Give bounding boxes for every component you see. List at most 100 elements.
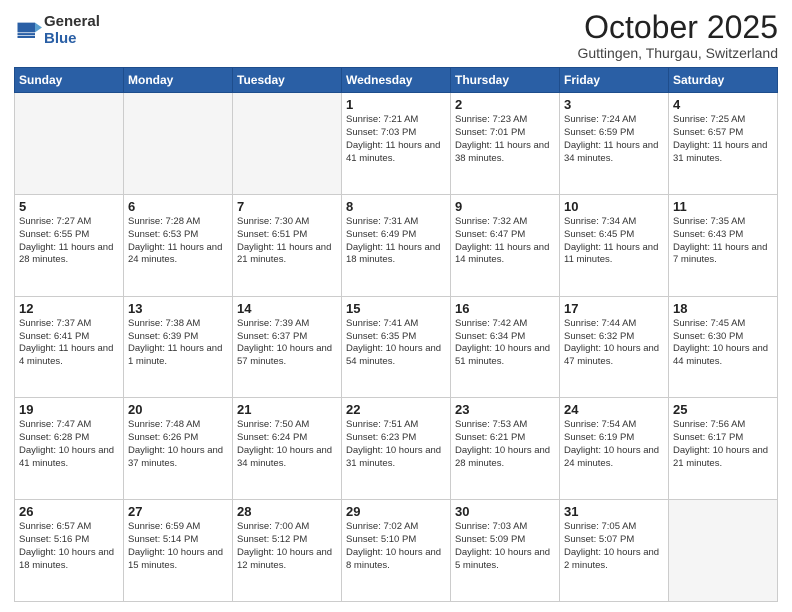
table-row bbox=[15, 93, 124, 195]
table-row: 7 Sunrise: 7:30 AM Sunset: 6:51 PM Daylig… bbox=[233, 194, 342, 296]
day-number: 11 bbox=[673, 199, 773, 214]
day-info: Sunrise: 7:45 AM Sunset: 6:30 PM Dayligh… bbox=[673, 318, 773, 369]
day-info: Sunrise: 7:47 AM Sunset: 6:28 PM Dayligh… bbox=[19, 419, 119, 470]
table-row: 16Sunrise: 7:42 AM Sunset: 6:34 PM Dayli… bbox=[451, 296, 560, 398]
day-info: Sunrise: 7:30 AM Sunset: 6:51 PM Dayligh… bbox=[237, 216, 337, 267]
table-row: 12 Sunrise: 7:37 AM Sunset: 6:41 PM Dayli… bbox=[15, 296, 124, 398]
table-row: 1Sunrise: 7:21 AM Sunset: 7:03 PM Daylig… bbox=[342, 93, 451, 195]
day-info: Sunrise: 7:28 AM Sunset: 6:53 PM Dayligh… bbox=[128, 216, 228, 267]
day-info: Sunrise: 7:00 AM Sunset: 5:12 PM Dayligh… bbox=[237, 521, 337, 572]
day-number: 12 bbox=[19, 301, 119, 316]
logo: General Blue bbox=[14, 14, 100, 47]
day-info: Sunrise: 7:38 AM Sunset: 6:39 PM Dayligh… bbox=[128, 318, 228, 369]
day-info: Sunrise: 7:41 AM Sunset: 6:35 PM Dayligh… bbox=[346, 318, 446, 369]
day-number: 27 bbox=[128, 504, 228, 519]
day-info: Sunrise: 7:05 AM Sunset: 5:07 PM Dayligh… bbox=[564, 521, 664, 572]
header: General Blue October 2025 Guttingen, Thu… bbox=[14, 10, 778, 61]
day-info: Sunrise: 7:53 AM Sunset: 6:21 PM Dayligh… bbox=[455, 419, 555, 470]
day-info: Sunrise: 7:02 AM Sunset: 5:10 PM Dayligh… bbox=[346, 521, 446, 572]
day-info: Sunrise: 7:25 AM Sunset: 6:57 PM Dayligh… bbox=[673, 114, 773, 165]
day-number: 6 bbox=[128, 199, 228, 214]
day-number: 30 bbox=[455, 504, 555, 519]
col-monday: Monday bbox=[124, 68, 233, 93]
day-number: 10 bbox=[564, 199, 664, 214]
table-row: 15 Sunrise: 7:41 AM Sunset: 6:35 PM Dayli… bbox=[342, 296, 451, 398]
col-thursday: Thursday bbox=[451, 68, 560, 93]
table-row: 13 Sunrise: 7:38 AM Sunset: 6:39 PM Dayli… bbox=[124, 296, 233, 398]
day-number: 4 bbox=[673, 97, 773, 112]
day-info: Sunrise: 7:54 AM Sunset: 6:19 PM Dayligh… bbox=[564, 419, 664, 470]
table-row: 18 Sunrise: 7:45 AM Sunset: 6:30 PM Dayli… bbox=[669, 296, 778, 398]
day-number: 23 bbox=[455, 402, 555, 417]
calendar-body: 1Sunrise: 7:21 AM Sunset: 7:03 PM Daylig… bbox=[15, 93, 778, 602]
location: Guttingen, Thurgau, Switzerland bbox=[577, 45, 778, 61]
day-number: 18 bbox=[673, 301, 773, 316]
col-saturday: Saturday bbox=[669, 68, 778, 93]
day-number: 25 bbox=[673, 402, 773, 417]
day-info: Sunrise: 7:24 AM Sunset: 6:59 PM Dayligh… bbox=[564, 114, 664, 165]
day-info: Sunrise: 6:57 AM Sunset: 5:16 PM Dayligh… bbox=[19, 521, 119, 572]
day-number: 7 bbox=[237, 199, 337, 214]
day-number: 8 bbox=[346, 199, 446, 214]
title-block: October 2025 Guttingen, Thurgau, Switzer… bbox=[577, 10, 778, 61]
day-number: 28 bbox=[237, 504, 337, 519]
day-number: 22 bbox=[346, 402, 446, 417]
day-info: Sunrise: 7:51 AM Sunset: 6:23 PM Dayligh… bbox=[346, 419, 446, 470]
table-row: 24 Sunrise: 7:54 AM Sunset: 6:19 PM Dayli… bbox=[560, 398, 669, 500]
table-row: 30 Sunrise: 7:03 AM Sunset: 5:09 PM Dayli… bbox=[451, 500, 560, 602]
day-number: 5 bbox=[19, 199, 119, 214]
day-number: 24 bbox=[564, 402, 664, 417]
day-info: Sunrise: 7:27 AM Sunset: 6:55 PM Dayligh… bbox=[19, 216, 119, 267]
day-info: Sunrise: 7:39 AM Sunset: 6:37 PM Dayligh… bbox=[237, 318, 337, 369]
day-number: 17 bbox=[564, 301, 664, 316]
calendar-week-row: 12 Sunrise: 7:37 AM Sunset: 6:41 PM Dayli… bbox=[15, 296, 778, 398]
table-row: 14Sunrise: 7:39 AM Sunset: 6:37 PM Dayli… bbox=[233, 296, 342, 398]
day-number: 29 bbox=[346, 504, 446, 519]
table-row: 31 Sunrise: 7:05 AM Sunset: 5:07 PM Dayli… bbox=[560, 500, 669, 602]
day-info: Sunrise: 7:37 AM Sunset: 6:41 PM Dayligh… bbox=[19, 318, 119, 369]
day-info: Sunrise: 7:03 AM Sunset: 5:09 PM Dayligh… bbox=[455, 521, 555, 572]
table-row: 11 Sunrise: 7:35 AM Sunset: 6:43 PM Dayli… bbox=[669, 194, 778, 296]
day-number: 13 bbox=[128, 301, 228, 316]
calendar-week-row: 1Sunrise: 7:21 AM Sunset: 7:03 PM Daylig… bbox=[15, 93, 778, 195]
table-row: 19 Sunrise: 7:47 AM Sunset: 6:28 PM Dayli… bbox=[15, 398, 124, 500]
day-info: Sunrise: 7:34 AM Sunset: 6:45 PM Dayligh… bbox=[564, 216, 664, 267]
table-row: 9Sunrise: 7:32 AM Sunset: 6:47 PM Daylig… bbox=[451, 194, 560, 296]
calendar-table: Sunday Monday Tuesday Wednesday Thursday… bbox=[14, 67, 778, 602]
calendar-week-row: 5 Sunrise: 7:27 AM Sunset: 6:55 PM Daylig… bbox=[15, 194, 778, 296]
table-row: 25 Sunrise: 7:56 AM Sunset: 6:17 PM Dayli… bbox=[669, 398, 778, 500]
table-row bbox=[233, 93, 342, 195]
table-row: 29 Sunrise: 7:02 AM Sunset: 5:10 PM Dayli… bbox=[342, 500, 451, 602]
day-number: 19 bbox=[19, 402, 119, 417]
day-info: Sunrise: 7:31 AM Sunset: 6:49 PM Dayligh… bbox=[346, 216, 446, 267]
table-row: 27Sunrise: 6:59 AM Sunset: 5:14 PM Dayli… bbox=[124, 500, 233, 602]
table-row: 23 Sunrise: 7:53 AM Sunset: 6:21 PM Dayli… bbox=[451, 398, 560, 500]
day-number: 31 bbox=[564, 504, 664, 519]
table-row: 2Sunrise: 7:23 AM Sunset: 7:01 PM Daylig… bbox=[451, 93, 560, 195]
table-row: 26 Sunrise: 6:57 AM Sunset: 5:16 PM Dayli… bbox=[15, 500, 124, 602]
page: General Blue October 2025 Guttingen, Thu… bbox=[0, 0, 792, 612]
day-number: 2 bbox=[455, 97, 555, 112]
day-number: 26 bbox=[19, 504, 119, 519]
day-info: Sunrise: 7:56 AM Sunset: 6:17 PM Dayligh… bbox=[673, 419, 773, 470]
day-info: Sunrise: 7:35 AM Sunset: 6:43 PM Dayligh… bbox=[673, 216, 773, 267]
day-number: 21 bbox=[237, 402, 337, 417]
day-number: 20 bbox=[128, 402, 228, 417]
month-title: October 2025 bbox=[577, 10, 778, 45]
col-friday: Friday bbox=[560, 68, 669, 93]
day-number: 15 bbox=[346, 301, 446, 316]
day-info: Sunrise: 7:44 AM Sunset: 6:32 PM Dayligh… bbox=[564, 318, 664, 369]
calendar-week-row: 19 Sunrise: 7:47 AM Sunset: 6:28 PM Dayli… bbox=[15, 398, 778, 500]
day-number: 3 bbox=[564, 97, 664, 112]
table-row: 6 Sunrise: 7:28 AM Sunset: 6:53 PM Daylig… bbox=[124, 194, 233, 296]
day-info: Sunrise: 7:42 AM Sunset: 6:34 PM Dayligh… bbox=[455, 318, 555, 369]
table-row: 3 Sunrise: 7:24 AM Sunset: 6:59 PM Daylig… bbox=[560, 93, 669, 195]
day-number: 1 bbox=[346, 97, 446, 112]
table-row: 8 Sunrise: 7:31 AM Sunset: 6:49 PM Daylig… bbox=[342, 194, 451, 296]
col-wednesday: Wednesday bbox=[342, 68, 451, 93]
day-info: Sunrise: 7:32 AM Sunset: 6:47 PM Dayligh… bbox=[455, 216, 555, 267]
table-row: 5 Sunrise: 7:27 AM Sunset: 6:55 PM Daylig… bbox=[15, 194, 124, 296]
logo-blue-text: Blue bbox=[44, 31, 100, 48]
table-row: 21Sunrise: 7:50 AM Sunset: 6:24 PM Dayli… bbox=[233, 398, 342, 500]
table-row: 28 Sunrise: 7:00 AM Sunset: 5:12 PM Dayli… bbox=[233, 500, 342, 602]
